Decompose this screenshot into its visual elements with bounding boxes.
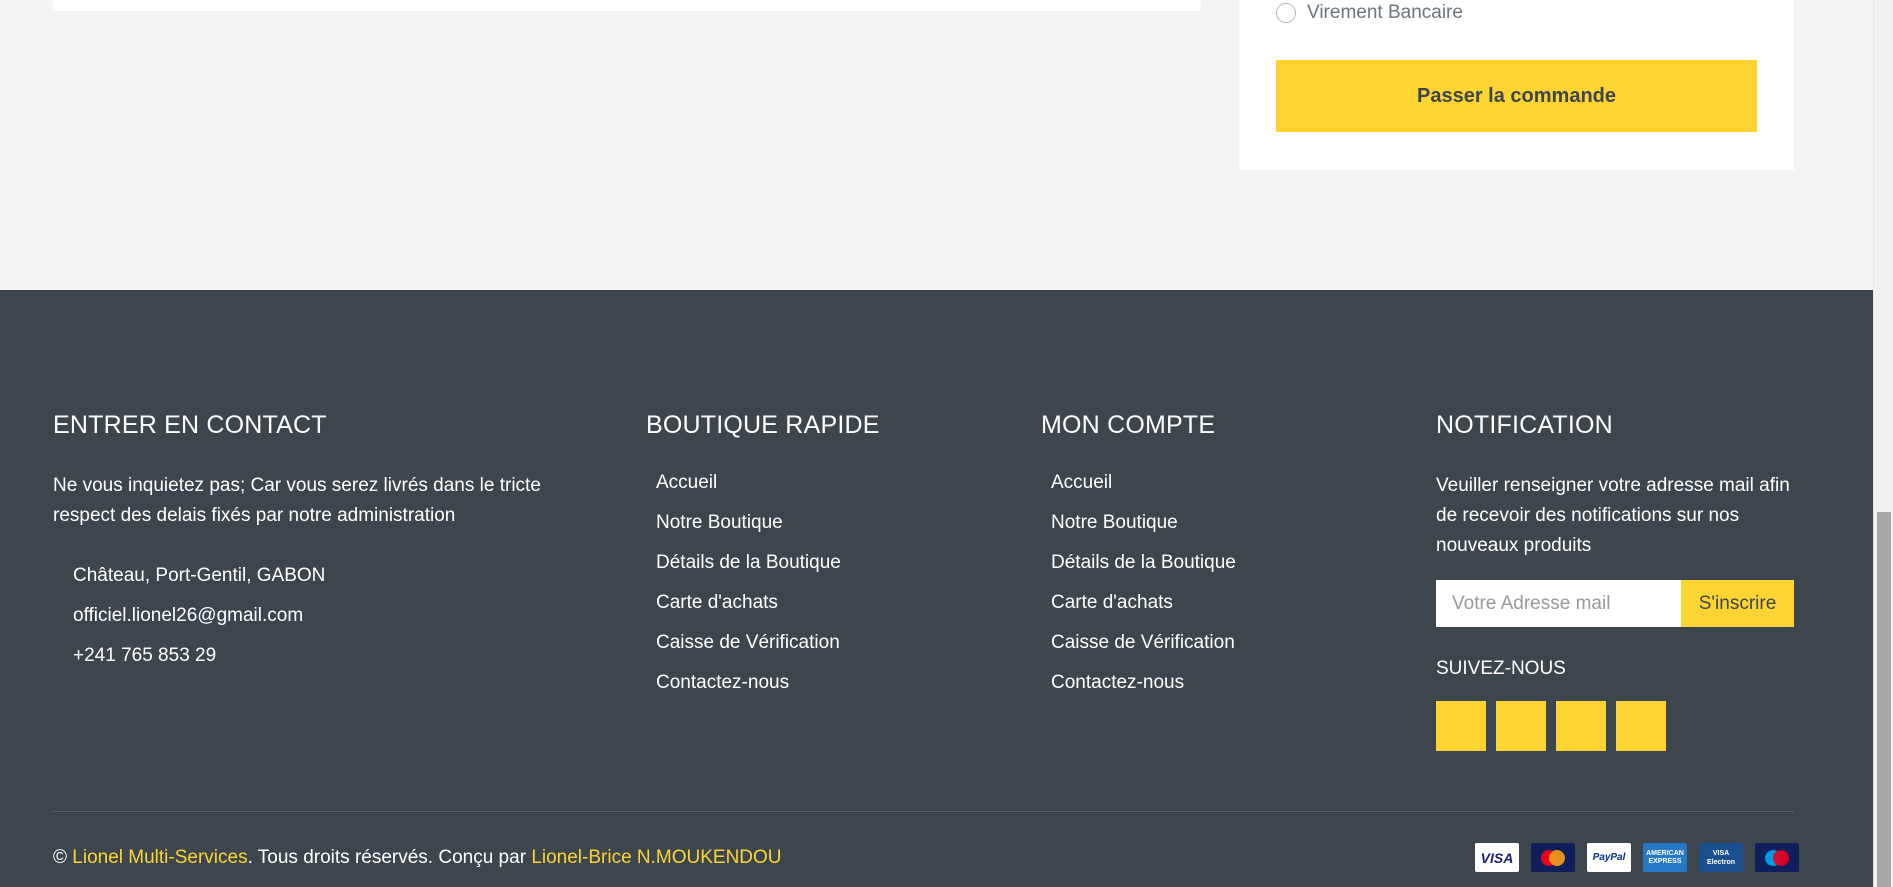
quick-shop-link-shop-details[interactable]: Détails de la Boutique [656,552,841,573]
newsletter-email-input[interactable] [1436,580,1681,627]
instagram-icon[interactable] [1616,701,1666,751]
payment-option-label: Virement Bancaire [1307,2,1463,23]
scrollbar-thumb[interactable] [1877,512,1891,887]
payment-methods: VISA PayPal AMERICAN EXPRESS VISA Electr… [1475,843,1799,872]
contact-title: ENTRER EN CONTACT [53,411,327,439]
list-item: Carte d'achats [1051,592,1236,632]
facebook-icon[interactable] [1496,701,1546,751]
footer-divider [53,811,1794,812]
maestro-icon [1755,843,1799,872]
twitter-icon[interactable] [1436,701,1486,751]
visa-icon: VISA [1475,843,1519,872]
account-link-shop[interactable]: Notre Boutique [1051,512,1178,533]
account-links: Accueil Notre Boutique Détails de la Bou… [1051,472,1236,712]
page-scrollbar[interactable] [1873,0,1893,887]
account-title: MON COMPTE [1041,411,1216,439]
list-item: Caisse de Vérification [656,632,841,672]
designer-link[interactable]: Lionel-Brice N.MOUKENDOU [531,847,781,868]
account-link-shop-details[interactable]: Détails de la Boutique [1051,552,1236,573]
amex-icon: AMERICAN EXPRESS [1643,843,1687,872]
copyright-symbol: © [53,847,73,868]
list-item: Notre Boutique [656,512,841,552]
notification-title: NOTIFICATION [1436,411,1613,439]
list-item: Accueil [656,472,841,512]
account-link-home[interactable]: Accueil [1051,472,1112,493]
order-details-card [53,0,1201,11]
place-order-button[interactable]: Passer la commande [1276,60,1757,132]
account-link-cart[interactable]: Carte d'achats [1051,592,1173,613]
list-item: Détails de la Boutique [1051,552,1236,592]
list-item: Caisse de Vérification [1051,632,1236,672]
visa-electron-icon: VISA Electron [1699,843,1743,872]
payment-option-bank-transfer[interactable]: Virement Bancaire [1276,2,1463,24]
contact-phone: +241 765 853 29 [73,645,217,666]
quick-shop-link-contact[interactable]: Contactez-nous [656,672,789,693]
mastercard-icon [1531,843,1575,872]
account-link-contact[interactable]: Contactez-nous [1051,672,1184,693]
list-item: Détails de la Boutique [656,552,841,592]
contact-email: officiel.lionel26@gmail.com [73,605,304,626]
footer: ENTRER EN CONTACT Ne vous inquietez pas;… [0,290,1873,887]
subscribe-button[interactable]: S'inscrire [1681,580,1794,627]
social-links [1436,701,1666,751]
notification-description: Veuiller renseigner votre adresse mail a… [1436,475,1790,556]
quick-shop-link-checkout[interactable]: Caisse de Vérification [656,632,840,653]
list-item: Carte d'achats [656,592,841,632]
list-item: Contactez-nous [656,672,841,712]
quick-shop-link-cart[interactable]: Carte d'achats [656,592,778,613]
quick-shop-link-shop[interactable]: Notre Boutique [656,512,783,533]
checkout-section: Virement Bancaire Passer la commande [0,0,1873,290]
newsletter-form: S'inscrire [1436,580,1794,627]
linkedin-icon[interactable] [1556,701,1606,751]
radio-button[interactable] [1276,3,1296,23]
contact-address: Château, Port-Gentil, GABON [73,565,326,586]
quick-shop-links: Accueil Notre Boutique Détails de la Bou… [656,472,841,712]
follow-us-title: SUIVEZ-NOUS [1436,658,1566,679]
quick-shop-title: BOUTIQUE RAPIDE [646,411,880,439]
copyright-text: . Tous droits réservés. Conçu par [247,847,532,868]
account-link-checkout[interactable]: Caisse de Vérification [1051,632,1235,653]
list-item: Accueil [1051,472,1236,512]
company-link[interactable]: Lionel Multi-Services [72,847,247,868]
paypal-icon: PayPal [1587,843,1631,872]
list-item: Contactez-nous [1051,672,1236,712]
list-item: Notre Boutique [1051,512,1236,552]
quick-shop-link-home[interactable]: Accueil [656,472,717,493]
contact-description: Ne vous inquietez pas; Car vous serez li… [53,475,541,526]
copyright: © Lionel Multi-Services. Tous droits rés… [53,847,782,869]
